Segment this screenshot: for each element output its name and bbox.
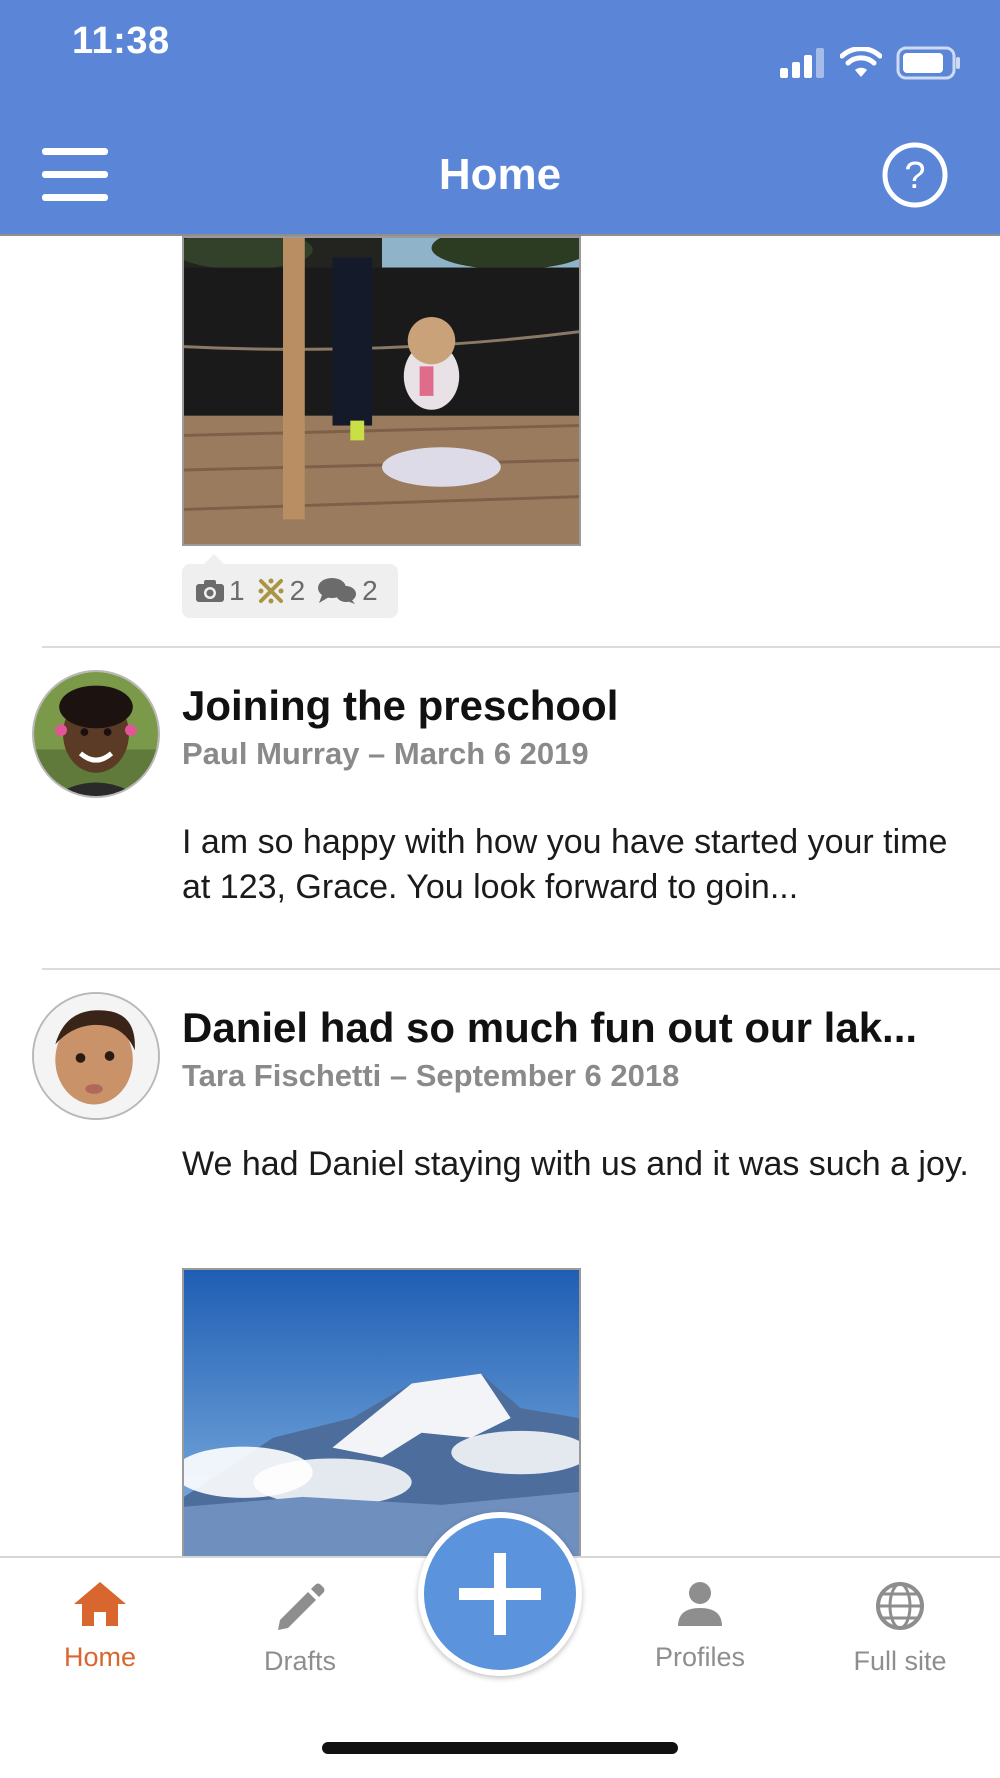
post-photo-playground[interactable] xyxy=(182,236,581,546)
status-time: 11:38 xyxy=(72,20,170,62)
photo-count-value: 1 xyxy=(229,575,245,606)
status-icons xyxy=(780,46,962,80)
comment-count: 2 xyxy=(317,575,378,607)
signal-icon xyxy=(780,48,824,78)
camera-icon xyxy=(196,580,224,602)
reaction-count-value: 2 xyxy=(289,575,306,606)
question-circle-icon[interactable]: ? xyxy=(880,140,950,210)
post-divider xyxy=(42,646,1000,648)
page-title: Home xyxy=(438,150,562,199)
post-stats-bar[interactable]: 1 2 2 xyxy=(182,554,398,618)
battery-icon xyxy=(896,46,960,80)
home-icon xyxy=(74,1582,126,1626)
tab-home[interactable]: Home xyxy=(20,1580,180,1673)
post-excerpt: I am so happy with how you have started … xyxy=(182,823,948,906)
post-title[interactable]: Joining the preschool xyxy=(182,682,618,730)
plus-icon[interactable] xyxy=(418,1512,582,1676)
tab-home-label: Home xyxy=(63,1642,137,1672)
child-avatar[interactable] xyxy=(32,992,160,1120)
comments-icon xyxy=(318,578,357,604)
wifi-icon xyxy=(840,47,882,77)
pencil-icon xyxy=(278,1583,325,1630)
navigation-bar: Home ? xyxy=(0,130,1000,234)
post-divider xyxy=(42,968,1000,970)
home-feed[interactable]: 1 2 2 Joining the preschool Paul Murray … xyxy=(0,236,1000,1558)
reaction-count: 2 xyxy=(257,575,306,607)
post-excerpt: We had Daniel staying with us and it was… xyxy=(182,1145,969,1183)
person-icon xyxy=(678,1582,722,1626)
tab-profiles-label: Profiles xyxy=(654,1642,746,1672)
post-author-date: Tara Fischetti – September 6 2018 xyxy=(182,1058,680,1093)
photo-count: 1 xyxy=(196,575,245,607)
reaction-icon xyxy=(258,578,284,604)
tab-drafts-label: Drafts xyxy=(263,1646,336,1676)
home-indicator xyxy=(322,1742,678,1754)
post-title[interactable]: Daniel had so much fun out our lak... xyxy=(182,1004,917,1052)
tab-full-site-label: Full site xyxy=(853,1646,947,1676)
comment-count-value: 2 xyxy=(362,575,378,606)
post-author-date: Paul Murray – March 6 2019 xyxy=(182,736,589,771)
globe-icon xyxy=(876,1582,924,1630)
svg-text:?: ? xyxy=(904,155,925,197)
tab-full-site[interactable]: Full site xyxy=(820,1580,980,1677)
tab-profiles[interactable]: Profiles xyxy=(620,1580,780,1673)
tab-drafts[interactable]: Drafts xyxy=(220,1580,380,1677)
child-avatar[interactable] xyxy=(32,670,160,798)
app-header: 11:38 Home ? xyxy=(0,0,1000,236)
